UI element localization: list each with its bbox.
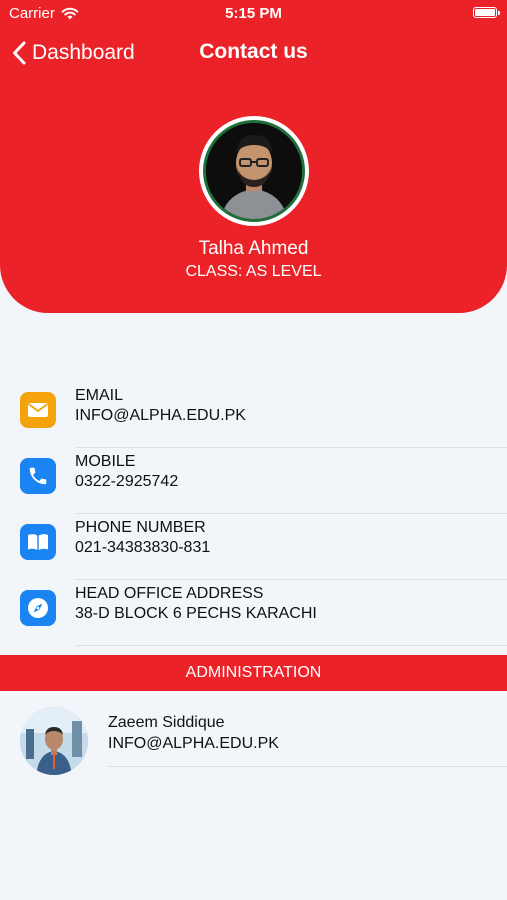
- compass-icon: [20, 590, 56, 626]
- contact-label: PHONE NUMBER: [75, 519, 206, 536]
- profile-class: CLASS: AS LEVEL: [185, 263, 322, 280]
- phone-icon: [20, 458, 56, 494]
- administration-header: ADMINISTRATION: [0, 655, 507, 691]
- mail-icon: [20, 392, 56, 428]
- contact-value: 0322-2925742: [75, 473, 179, 490]
- admin-email: INFO@ALPHA.EDU.PK: [108, 735, 279, 752]
- contact-value: 021-34383830-831: [75, 539, 211, 556]
- profile-header: Carrier 5:15 PM Dashboard Contact us Tal…: [0, 0, 507, 313]
- admin-photo: [20, 707, 88, 775]
- contact-row-phone-number[interactable]: PHONE NUMBER 021-34383830-831: [0, 514, 507, 580]
- profile-photo: [206, 123, 302, 219]
- page-title: Contact us: [199, 40, 308, 63]
- admin-list-item[interactable]: Zaeem Siddique INFO@ALPHA.EDU.PK: [0, 706, 507, 775]
- contact-value: INFO@ALPHA.EDU.PK: [75, 407, 246, 424]
- administration-title: ADMINISTRATION: [185, 664, 322, 681]
- contact-value: 38-D BLOCK 6 PECHS KARACHI: [75, 605, 317, 622]
- contact-row-address[interactable]: HEAD OFFICE ADDRESS 38-D BLOCK 6 PECHS K…: [0, 580, 507, 646]
- profile-name: Talha Ahmed: [198, 238, 309, 259]
- status-time: 5:15 PM: [225, 5, 282, 22]
- contact-label: EMAIL: [75, 387, 124, 404]
- battery-icon: [473, 7, 500, 18]
- row-divider: [108, 766, 507, 767]
- status-bar: Carrier 5:15 PM: [0, 0, 507, 28]
- admin-name: Zaeem Siddique: [108, 714, 225, 731]
- admin-avatar: [20, 707, 88, 775]
- row-divider: [75, 645, 507, 646]
- contact-label: HEAD OFFICE ADDRESS: [75, 585, 264, 602]
- profile-avatar: [199, 116, 309, 226]
- contact-row-email[interactable]: EMAIL INFO@ALPHA.EDU.PK: [0, 382, 507, 448]
- book-icon: [20, 524, 56, 560]
- contact-label: MOBILE: [75, 453, 136, 470]
- contact-row-mobile[interactable]: MOBILE 0322-2925742: [0, 448, 507, 514]
